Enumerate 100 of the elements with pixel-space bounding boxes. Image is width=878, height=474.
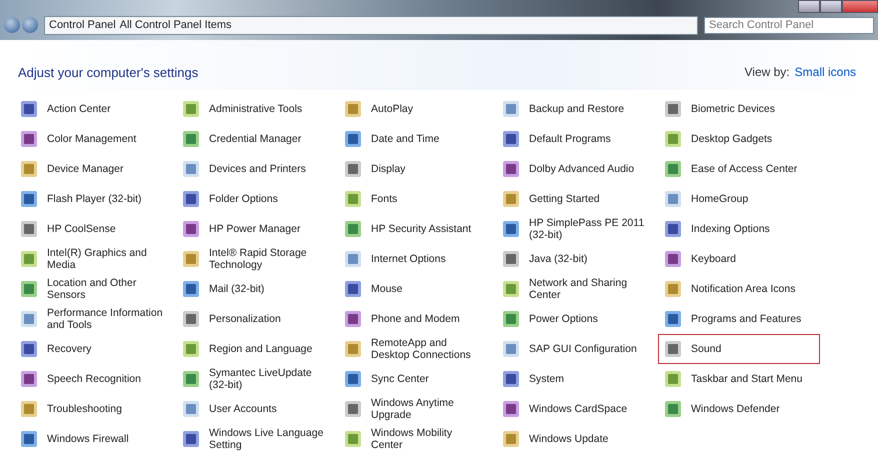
settings-item[interactable]: Mail (32-bit) xyxy=(176,274,330,304)
item-label: Symantec LiveUpdate (32-bit) xyxy=(209,367,313,391)
settings-item[interactable]: Windows Mobility Center xyxy=(338,424,488,454)
item-label: Windows Mobility Center xyxy=(371,427,454,451)
back-button[interactable] xyxy=(4,17,20,33)
page-title: Adjust your computer's settings xyxy=(18,64,198,80)
maximize-button[interactable] xyxy=(820,0,842,13)
item-label: HP Security Assistant xyxy=(371,223,472,235)
item-label: AutoPlay xyxy=(371,103,414,115)
settings-item[interactable]: Keyboard xyxy=(658,244,820,274)
item-label: Windows Update xyxy=(529,433,608,445)
settings-item[interactable]: Sync Center xyxy=(338,364,488,394)
settings-item[interactable]: Biometric Devices xyxy=(658,94,820,124)
settings-item[interactable]: Location and Other Sensors xyxy=(14,274,168,304)
minimize-button[interactable] xyxy=(798,0,820,13)
settings-item[interactable]: Intel® Rapid Storage Technology xyxy=(176,244,330,274)
item-label: RemoteApp and Desktop Connections xyxy=(371,337,472,361)
settings-item[interactable]: HP Power Manager xyxy=(176,214,330,244)
item-label: Troubleshooting xyxy=(47,403,122,415)
settings-item[interactable]: Dolby Advanced Audio xyxy=(496,154,650,184)
settings-item[interactable]: Administrative Tools xyxy=(176,94,330,124)
search-field[interactable]: Search Control Panel xyxy=(704,16,874,34)
settings-item[interactable]: Folder Options xyxy=(176,184,330,214)
settings-item[interactable]: Windows Update xyxy=(496,424,650,454)
settings-item[interactable]: HP Security Assistant xyxy=(338,214,488,244)
settings-item[interactable]: AutoPlay xyxy=(338,94,488,124)
item-label: Java (32-bit) xyxy=(529,253,588,265)
settings-item[interactable]: Power Options xyxy=(496,304,650,334)
item-label: System xyxy=(529,373,564,385)
close-button[interactable] xyxy=(842,0,878,13)
item-label: Recovery xyxy=(47,343,92,355)
item-label: Performance Information and Tools xyxy=(47,307,163,331)
settings-item[interactable]: Java (32-bit) xyxy=(496,244,650,274)
item-label: User Accounts xyxy=(209,403,277,415)
settings-item[interactable]: Desktop Gadgets xyxy=(658,124,820,154)
settings-item[interactable]: Windows CardSpace xyxy=(496,394,650,424)
item-label: Internet Options xyxy=(371,253,446,265)
settings-item[interactable]: HomeGroup xyxy=(658,184,820,214)
settings-item[interactable]: Mouse xyxy=(338,274,488,304)
settings-item[interactable]: Personalization xyxy=(176,304,330,334)
item-label: Keyboard xyxy=(691,253,736,265)
item-label: Color Management xyxy=(47,133,136,145)
settings-item[interactable]: SAP GUI Configuration xyxy=(496,334,650,364)
item-label: HP Power Manager xyxy=(209,223,300,235)
item-label: Biometric Devices xyxy=(691,103,776,115)
settings-item[interactable]: Flash Player (32-bit) xyxy=(14,184,168,214)
item-label: Ease of Access Center xyxy=(691,163,798,175)
settings-item[interactable]: User Accounts xyxy=(176,394,330,424)
settings-item[interactable]: Intel(R) Graphics and Media xyxy=(14,244,168,274)
settings-item[interactable]: Speech Recognition xyxy=(14,364,168,394)
settings-item[interactable]: Action Center xyxy=(14,94,168,124)
settings-item[interactable]: HP SimplePass PE 2011 (32-bit) xyxy=(496,214,650,244)
item-label: Flash Player (32-bit) xyxy=(47,193,142,205)
item-label: Sound xyxy=(691,343,722,355)
breadcrumb-item[interactable]: All Control Panel Items xyxy=(120,19,232,31)
settings-item[interactable]: Windows Live Language Setting xyxy=(176,424,330,454)
settings-item[interactable]: HP CoolSense xyxy=(14,214,168,244)
settings-item[interactable]: Windows Firewall xyxy=(14,424,168,454)
item-label: Folder Options xyxy=(209,193,278,205)
settings-item[interactable]: Indexing Options xyxy=(658,214,820,244)
settings-item[interactable]: Notification Area Icons xyxy=(658,274,820,304)
settings-item[interactable]: Backup and Restore xyxy=(496,94,650,124)
settings-item[interactable]: Recovery xyxy=(14,334,168,364)
settings-item[interactable]: Taskbar and Start Menu xyxy=(658,364,820,394)
settings-item[interactable]: Date and Time xyxy=(338,124,488,154)
settings-item[interactable]: System xyxy=(496,364,650,394)
settings-item[interactable]: Windows Anytime Upgrade xyxy=(338,394,488,424)
settings-item[interactable]: Network and Sharing Center xyxy=(496,274,650,304)
settings-item[interactable]: Symantec LiveUpdate (32-bit) xyxy=(176,364,330,394)
item-label: Windows CardSpace xyxy=(529,403,628,415)
item-label: Default Programs xyxy=(529,133,611,145)
settings-item[interactable]: Color Management xyxy=(14,124,168,154)
settings-item[interactable]: RemoteApp and Desktop Connections xyxy=(338,334,488,364)
settings-item[interactable]: Devices and Printers xyxy=(176,154,330,184)
settings-item[interactable]: Performance Information and Tools xyxy=(14,304,168,334)
settings-item[interactable]: Default Programs xyxy=(496,124,650,154)
breadcrumb-item[interactable]: Control Panel xyxy=(49,19,116,31)
item-label: Backup and Restore xyxy=(529,103,624,115)
item-label: Intel® Rapid Storage Technology xyxy=(209,247,308,271)
settings-item[interactable]: Getting Started xyxy=(496,184,650,214)
settings-item[interactable]: Programs and Features xyxy=(658,304,820,334)
settings-item[interactable]: Troubleshooting xyxy=(14,394,168,424)
item-label: Region and Language xyxy=(209,343,312,355)
settings-item[interactable]: Fonts xyxy=(338,184,488,214)
item-label: Getting Started xyxy=(529,193,600,205)
settings-item[interactable]: Ease of Access Center xyxy=(658,154,820,184)
view-by-dropdown[interactable]: Small icons xyxy=(794,65,856,79)
settings-item[interactable]: Credential Manager xyxy=(176,124,330,154)
forward-button[interactable] xyxy=(22,17,38,33)
settings-item[interactable]: Device Manager xyxy=(14,154,168,184)
settings-item[interactable]: Sound xyxy=(658,334,820,364)
item-label: Fonts xyxy=(371,193,398,205)
settings-item[interactable]: Internet Options xyxy=(338,244,488,274)
settings-item[interactable]: Phone and Modem xyxy=(338,304,488,334)
settings-item[interactable]: Region and Language xyxy=(176,334,330,364)
item-label: Programs and Features xyxy=(691,313,802,325)
address-bar[interactable]: Control Panel All Control Panel Items xyxy=(44,16,698,34)
settings-item[interactable]: Display xyxy=(338,154,488,184)
item-label: Display xyxy=(371,163,406,175)
settings-item[interactable]: Windows Defender xyxy=(658,394,820,424)
